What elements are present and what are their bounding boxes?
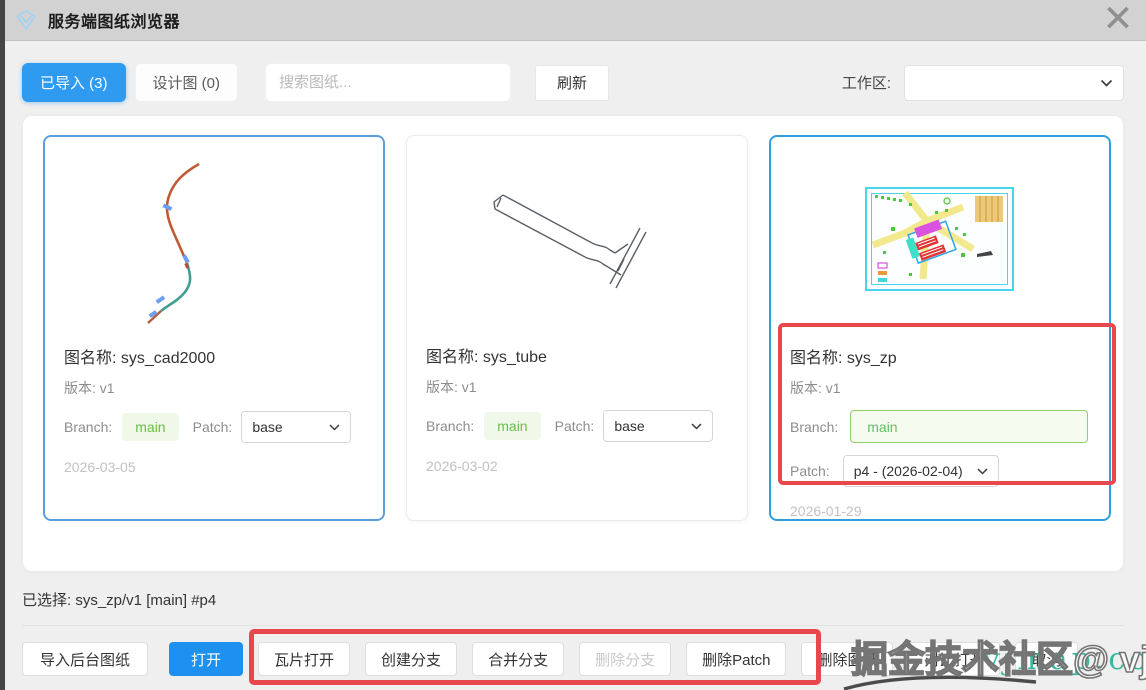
branch-patch-row: Branch: main Patch: base <box>426 410 728 442</box>
drawing-info: 图名称: sys_cad2000 版本: v1 Branch: main Pat… <box>45 342 383 475</box>
drawing-version: 版本: v1 <box>426 377 728 397</box>
footer-divider <box>22 625 1124 626</box>
drawing-date: 2026-01-29 <box>790 503 1090 519</box>
branch-value: main <box>867 419 897 435</box>
drawing-info: 图名称: sys_zp 版本: v1 Branch: main Patch: p… <box>771 342 1109 519</box>
patch-value: base <box>252 419 282 435</box>
patch-label: Patch: <box>790 463 830 479</box>
selection-status: 已选择: sys_zp/v1 [main] #p4 <box>22 589 1124 610</box>
window-left-edge <box>0 0 5 690</box>
patch-value: p4 - (2026-02-04) <box>854 463 963 479</box>
create-branch-button[interactable]: 创建分支 <box>365 642 457 676</box>
drawing-date: 2026-03-02 <box>426 458 728 474</box>
patch-label: Patch: <box>193 419 233 435</box>
patch-select[interactable]: p4 - (2026-02-04) <box>843 455 999 487</box>
patch-label: Patch: <box>555 418 595 434</box>
drawing-thumbnail-sys_tube <box>407 136 747 341</box>
drawing-name: 图名称: sys_cad2000 <box>64 344 364 368</box>
drawing-list-panel: 图名称: sys_cad2000 版本: v1 Branch: main Pat… <box>22 115 1124 572</box>
workspace-label: 工作区: <box>842 72 891 93</box>
patch-select[interactable]: base <box>603 410 713 442</box>
workspace-group: 工作区: <box>842 65 1124 101</box>
search-input[interactable] <box>265 63 511 102</box>
patch-select[interactable]: base <box>241 411 351 443</box>
branch-patch-row: Branch: main Patch: base <box>64 411 364 443</box>
tab-imported[interactable]: 已导入 (3) <box>22 63 126 102</box>
drawing-version: 版本: v1 <box>64 378 364 398</box>
drawing-card-sys_tube[interactable]: 图名称: sys_tube 版本: v1 Branch: main Patch:… <box>406 135 748 521</box>
drawing-thumbnail-sys_cad2000 <box>45 137 383 342</box>
titlebar: 服务端图纸浏览器 ✕ <box>0 0 1146 41</box>
branch-label: Branch: <box>426 418 474 434</box>
tab-design[interactable]: 设计图 (0) <box>135 63 239 102</box>
patch-value: base <box>614 418 644 434</box>
drawing-name: 图名称: sys_tube <box>426 343 728 367</box>
chevron-down-icon <box>329 424 340 431</box>
chevron-down-icon <box>691 423 702 430</box>
tile-open-button[interactable]: 瓦片打开 <box>258 642 350 676</box>
drawing-card-sys_zp[interactable]: 图名称: sys_zp 版本: v1 Branch: main Patch: p… <box>769 135 1111 521</box>
chevron-down-icon <box>1100 79 1113 87</box>
import-backend-drawing-button[interactable]: 导入后台图纸 <box>22 642 148 676</box>
watermark-community: 掘金技术社区@ vjmap <box>851 629 1146 683</box>
drawing-thumbnail-sys_zp <box>771 137 1109 342</box>
drawing-date: 2026-03-05 <box>64 459 364 475</box>
merge-branch-button[interactable]: 合并分支 <box>472 642 564 676</box>
toolbar: 已导入 (3) 设计图 (0) 刷新 工作区: <box>22 63 1124 102</box>
close-icon[interactable]: ✕ <box>1096 0 1140 40</box>
drawing-name: 图名称: sys_zp <box>790 344 1090 368</box>
drawing-card-sys_cad2000[interactable]: 图名称: sys_cad2000 版本: v1 Branch: main Pat… <box>43 135 385 521</box>
branch-select[interactable]: main <box>850 410 1088 443</box>
branch-label: Branch: <box>64 419 112 435</box>
delete-branch-button: 删除分支 <box>579 642 671 676</box>
refresh-button[interactable]: 刷新 <box>535 65 609 101</box>
drawing-browser-window: 服务端图纸浏览器 ✕ 已导入 (3) 设计图 (0) 刷新 工作区: <box>0 0 1146 690</box>
window-title: 服务端图纸浏览器 <box>48 8 180 32</box>
drawing-version: 版本: v1 <box>790 378 1090 398</box>
branch-row: Branch: main <box>790 410 1090 443</box>
delete-patch-button[interactable]: 删除Patch <box>686 642 786 676</box>
branch-label: Branch: <box>790 419 838 435</box>
patch-row: Patch: p4 - (2026-02-04) <box>790 455 1090 487</box>
chevron-down-icon <box>977 468 988 475</box>
branch-badge: main <box>122 413 178 441</box>
vjmap-shield-icon <box>14 8 38 32</box>
workspace-select[interactable] <box>904 65 1124 101</box>
branch-badge: main <box>484 412 540 440</box>
drawing-info: 图名称: sys_tube 版本: v1 Branch: main Patch:… <box>407 341 747 474</box>
open-button[interactable]: 打开 <box>169 642 243 676</box>
